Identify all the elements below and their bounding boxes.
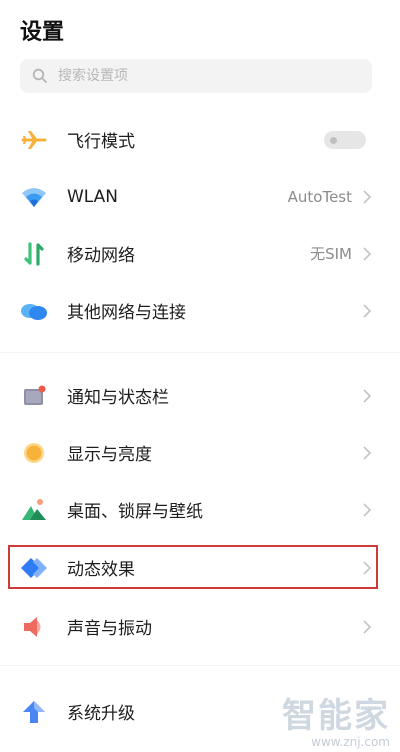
section-divider	[0, 352, 400, 353]
upgrade-arrow-icon	[20, 698, 48, 726]
settings-item-wallpaper[interactable]: 桌面、锁屏与壁纸	[0, 481, 400, 538]
sun-icon	[20, 439, 48, 467]
chevron-right-icon	[363, 445, 372, 460]
wifi-icon	[20, 183, 48, 211]
watermark: 智能家 www.znj.com	[282, 688, 390, 749]
settings-item-label: 移动网络	[67, 246, 135, 266]
settings-item-label: 飞行模式	[67, 132, 135, 152]
settings-item-label: 通知与状态栏	[67, 388, 169, 408]
chevron-right-icon	[363, 502, 372, 517]
settings-item-label: 其他网络与连接	[67, 303, 186, 323]
settings-item-airplane-mode[interactable]: 飞行模式	[0, 111, 400, 168]
wlan-network-value: AutoTest	[287, 187, 352, 206]
settings-item-label: 桌面、锁屏与壁纸	[67, 502, 203, 522]
airplane-mode-toggle[interactable]	[324, 130, 366, 149]
settings-item-display-brightness[interactable]: 显示与亮度	[0, 424, 400, 481]
settings-item-sound-vibration[interactable]: 声音与振动	[0, 598, 400, 655]
settings-item-label: 系统升级	[67, 704, 135, 724]
settings-item-label: 显示与亮度	[67, 445, 152, 465]
watermark-brand: 智能家	[282, 696, 390, 736]
airplane-icon	[20, 126, 48, 154]
search-icon	[32, 68, 47, 83]
chevron-right-icon	[363, 388, 372, 403]
chevron-right-icon	[363, 619, 372, 634]
cloud-icon	[20, 297, 48, 325]
section-divider	[0, 665, 400, 666]
search-input[interactable]	[56, 67, 340, 85]
mobile-network-value: 无SIM	[310, 245, 352, 263]
settings-item-notifications[interactable]: 通知与状态栏	[0, 367, 400, 424]
search-bar[interactable]	[20, 59, 372, 93]
watermark-site: www.znj.com	[311, 735, 390, 749]
highlight-box	[8, 545, 378, 589]
chevron-right-icon	[363, 189, 372, 204]
notification-icon	[20, 382, 48, 410]
settings-item-label: 声音与振动	[67, 619, 152, 639]
settings-item-other-networks[interactable]: 其他网络与连接	[0, 282, 400, 339]
settings-item-label: WLAN	[67, 186, 119, 207]
settings-item-mobile-network[interactable]: 移动网络 无SIM	[0, 225, 400, 282]
mobile-network-icon	[20, 240, 48, 268]
wallpaper-icon	[20, 496, 48, 524]
page-title: 设置	[20, 20, 65, 45]
chevron-right-icon	[363, 303, 372, 318]
chevron-right-icon	[363, 246, 372, 261]
settings-item-wlan[interactable]: WLAN AutoTest	[0, 168, 400, 225]
speaker-icon	[20, 613, 48, 641]
toggle-knob	[330, 136, 337, 144]
